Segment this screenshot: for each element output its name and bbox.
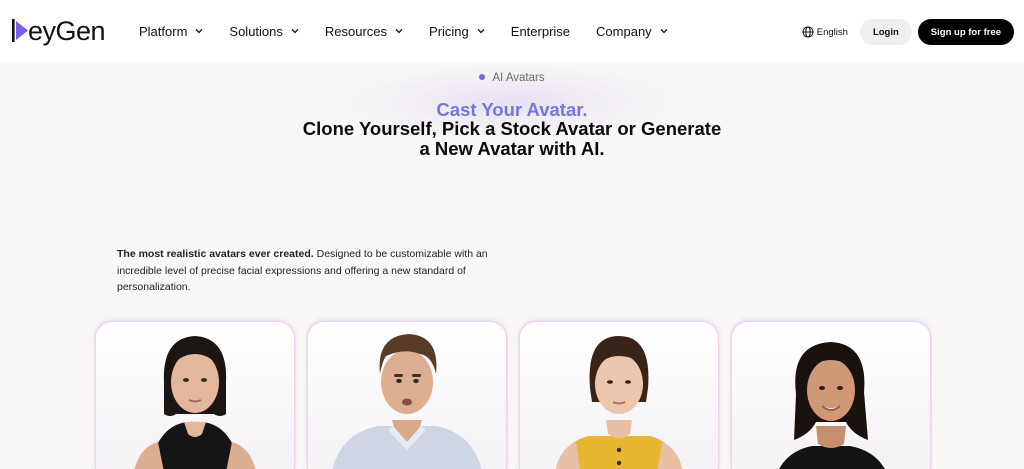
intro-bold-text: The most realistic avatars ever created.: [117, 248, 314, 260]
avatar-woman-black-dress-image: [779, 342, 885, 469]
avatar-card-3[interactable]: [520, 322, 718, 469]
avatar-card-2[interactable]: [308, 322, 506, 469]
menu-resources[interactable]: Resources: [325, 24, 403, 39]
menu-resources-label: Resources: [324, 23, 388, 39]
heygen-logo[interactable]: eyGen: [12, 15, 106, 46]
avatar-card-1[interactable]: [96, 322, 294, 469]
menu-company[interactable]: Company: [596, 24, 668, 39]
avatar-woman-yellow-top-image: [555, 336, 683, 469]
section-eyebrow: AI Avatars: [0, 72, 1024, 84]
menu-pricing[interactable]: Pricing: [429, 24, 485, 39]
avatar-woman-black-top-image: [134, 336, 256, 469]
main-menu: Platform Solutions Resources Pricing Ent…: [139, 0, 694, 62]
signup-button[interactable]: Sign up for free: [917, 19, 1014, 45]
globe-icon: [802, 26, 814, 38]
menu-solutions-label: Solutions: [229, 23, 283, 39]
intro-paragraph: The most realistic avatars ever created.…: [117, 246, 497, 296]
chevron-down-icon: [660, 29, 668, 34]
logo-text: eyGen: [28, 15, 106, 46]
login-button[interactable]: Login: [859, 19, 912, 45]
avatar-card-4[interactable]: [732, 322, 930, 469]
chevron-down-icon: [195, 29, 203, 34]
top-navigation: eyGen Platform Solutions Resources Prici…: [0, 0, 1024, 62]
menu-solutions[interactable]: Solutions: [229, 23, 299, 39]
logo-mark-icon: [12, 18, 34, 44]
menu-enterprise[interactable]: Enterprise: [511, 24, 570, 39]
chevron-down-icon: [395, 29, 403, 34]
language-label: English: [816, 26, 848, 38]
menu-platform[interactable]: Platform: [139, 24, 203, 39]
language-selector[interactable]: English: [802, 26, 848, 38]
chevron-down-icon: [477, 29, 485, 34]
hero-headline: Clone Yourself, Pick a Stock Avatar or G…: [302, 118, 722, 159]
nav-actions: English Login Sign up for free: [802, 19, 1014, 45]
menu-platform-label: Platform: [139, 23, 188, 39]
menu-enterprise-label: Enterprise: [510, 23, 571, 39]
chevron-down-icon: [291, 29, 299, 34]
menu-company-label: Company: [596, 23, 652, 39]
menu-pricing-label: Pricing: [429, 23, 469, 39]
eyebrow-label: AI Avatars: [492, 72, 545, 84]
avatar-man-blue-shirt-image: [332, 334, 482, 469]
eyebrow-dot: [479, 73, 486, 80]
